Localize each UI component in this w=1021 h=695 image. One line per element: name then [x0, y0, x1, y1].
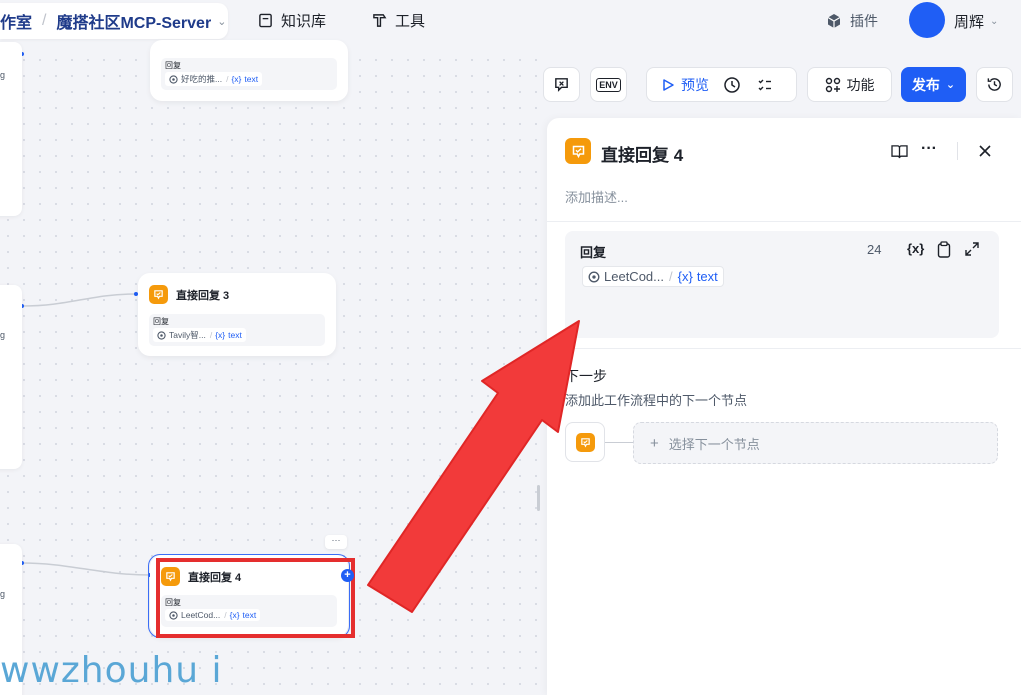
- slash-separator: /: [209, 330, 213, 340]
- features-button[interactable]: 功能: [807, 67, 892, 102]
- next-step-title: 下一步: [565, 368, 607, 384]
- divider: [547, 221, 1021, 222]
- plus-icon: +: [650, 434, 659, 452]
- stub-text: g: [0, 70, 6, 80]
- chevron-down-icon[interactable]: ⌄: [217, 15, 226, 28]
- slash-separator: /: [669, 269, 673, 284]
- nav-tools[interactable]: 工具: [372, 10, 425, 31]
- description-input[interactable]: 添加描述...: [565, 187, 628, 206]
- reply-config-card: 回复 24 {x} LeetCod... / {x} text: [565, 231, 999, 338]
- reply-body: 回复 好吃的推... / {x} text: [161, 58, 337, 90]
- current-node-icon: [565, 422, 605, 462]
- stub-text: g: [0, 330, 6, 340]
- reply-value-text: Tavily智...: [169, 330, 206, 340]
- book-icon: [259, 13, 272, 28]
- reply-node-top[interactable]: 回复 好吃的推... / {x} text: [150, 40, 348, 101]
- breadcrumb[interactable]: 作室 / 魔搭社区MCP-Server ⌄: [0, 3, 228, 39]
- stub-node[interactable]: g: [0, 285, 22, 469]
- reply-var: text: [244, 74, 259, 84]
- char-count: 24: [867, 242, 882, 257]
- reply-node-icon: [565, 138, 591, 164]
- node-more-button[interactable]: ···: [325, 535, 347, 549]
- stub-text: g: [0, 589, 6, 599]
- add-node-handle[interactable]: +: [341, 569, 354, 582]
- slash-separator: /: [226, 74, 229, 84]
- variable-check-button[interactable]: [543, 67, 580, 102]
- checklist-icon[interactable]: [757, 77, 773, 93]
- reply-node-3[interactable]: 直接回复 3 回复 Tavily智... / {x} text: [138, 273, 336, 356]
- env-button[interactable]: ENV: [590, 67, 627, 102]
- select-next-node-button[interactable]: + 选择下一个节点: [633, 422, 998, 464]
- divider: [547, 348, 1021, 349]
- reply-value-text: 好吃的推...: [181, 74, 223, 84]
- hammer-icon: [373, 14, 387, 27]
- preview-button[interactable]: 预览: [661, 75, 709, 95]
- node-ref-icon: [157, 330, 166, 340]
- reply-body: 回复 Tavily智... / {x} text: [149, 314, 325, 346]
- variable-icon: {x}: [677, 269, 693, 284]
- nav-plugins[interactable]: 插件: [826, 11, 878, 31]
- breadcrumb-separator: /: [42, 12, 47, 29]
- next-connector: [605, 442, 633, 443]
- node-config-panel: 直接回复 4 ··· 添加描述... 回复 24 {x} LeetCod... …: [547, 118, 1021, 695]
- panel-title[interactable]: 直接回复 4: [601, 141, 683, 166]
- docs-book-icon[interactable]: [891, 144, 908, 159]
- breadcrumb-project[interactable]: 魔搭社区MCP-Server: [56, 9, 211, 33]
- nav-tools-label: 工具: [395, 13, 426, 30]
- nav-plugins-label: 插件: [850, 13, 878, 29]
- env-label: ENV: [596, 77, 621, 92]
- reply-var: text: [696, 269, 718, 284]
- insert-variable-icon[interactable]: {x}: [907, 241, 924, 256]
- nav-knowledge[interactable]: 知识库: [258, 10, 326, 31]
- avatar[interactable]: [909, 2, 945, 38]
- reply-label: 回复: [153, 317, 169, 326]
- watermark-text: wwzhouhu i: [0, 650, 223, 691]
- preview-label: 预览: [681, 76, 709, 93]
- node-ref-icon: [588, 271, 600, 282]
- reply-node-icon: [149, 285, 168, 304]
- reply-value: Tavily智... / {x} text: [153, 328, 246, 342]
- reply-value-text: LeetCod...: [604, 269, 664, 284]
- features-label: 功能: [846, 76, 875, 93]
- clipboard-icon[interactable]: [937, 241, 951, 258]
- reply-var: text: [228, 330, 242, 340]
- next-step-description: 添加此工作流程中的下一个节点: [565, 393, 748, 408]
- chevron-down-icon: ⌄: [990, 16, 999, 27]
- chevron-down-icon: ⌄: [945, 79, 956, 91]
- node-ref-icon: [169, 74, 178, 84]
- nav-knowledge-label: 知识库: [281, 13, 327, 30]
- select-next-node-label: 选择下一个节点: [668, 436, 760, 452]
- publish-label: 发布: [911, 76, 940, 93]
- stub-node[interactable]: g: [0, 42, 22, 216]
- test-run-icon: [555, 78, 568, 92]
- variable-icon: {x}: [215, 330, 226, 340]
- version-history-button[interactable]: [976, 67, 1013, 102]
- expand-icon[interactable]: [965, 242, 979, 256]
- close-icon[interactable]: [979, 145, 991, 157]
- history-run-icon[interactable]: [723, 76, 741, 94]
- reply-node-icon: [575, 432, 595, 452]
- node-title: 直接回复 3: [176, 289, 230, 302]
- breadcrumb-workspace[interactable]: 作室: [0, 9, 32, 33]
- divider: [957, 142, 958, 160]
- cube-icon: [827, 14, 841, 28]
- panel-resize-handle[interactable]: [537, 485, 540, 511]
- annotation-highlight-box: [156, 558, 355, 638]
- variable-icon: {x}: [231, 74, 242, 84]
- more-options-icon[interactable]: ···: [921, 140, 937, 158]
- publish-button[interactable]: 发布 ⌄: [901, 67, 966, 102]
- username-label: 周辉: [954, 14, 985, 31]
- reply-value: 好吃的推... / {x} text: [165, 72, 263, 86]
- node-header: 直接回复 3: [149, 285, 229, 304]
- apps-icon: [825, 77, 840, 92]
- history-icon: [987, 78, 1001, 91]
- reply-label: 回复: [580, 245, 607, 260]
- reply-label: 回复: [165, 61, 181, 70]
- reply-variable-chip[interactable]: LeetCod... / {x} text: [582, 266, 724, 287]
- user-menu[interactable]: 周辉 ⌄: [954, 11, 998, 32]
- play-icon: [663, 78, 674, 91]
- preview-group: 预览: [646, 67, 797, 102]
